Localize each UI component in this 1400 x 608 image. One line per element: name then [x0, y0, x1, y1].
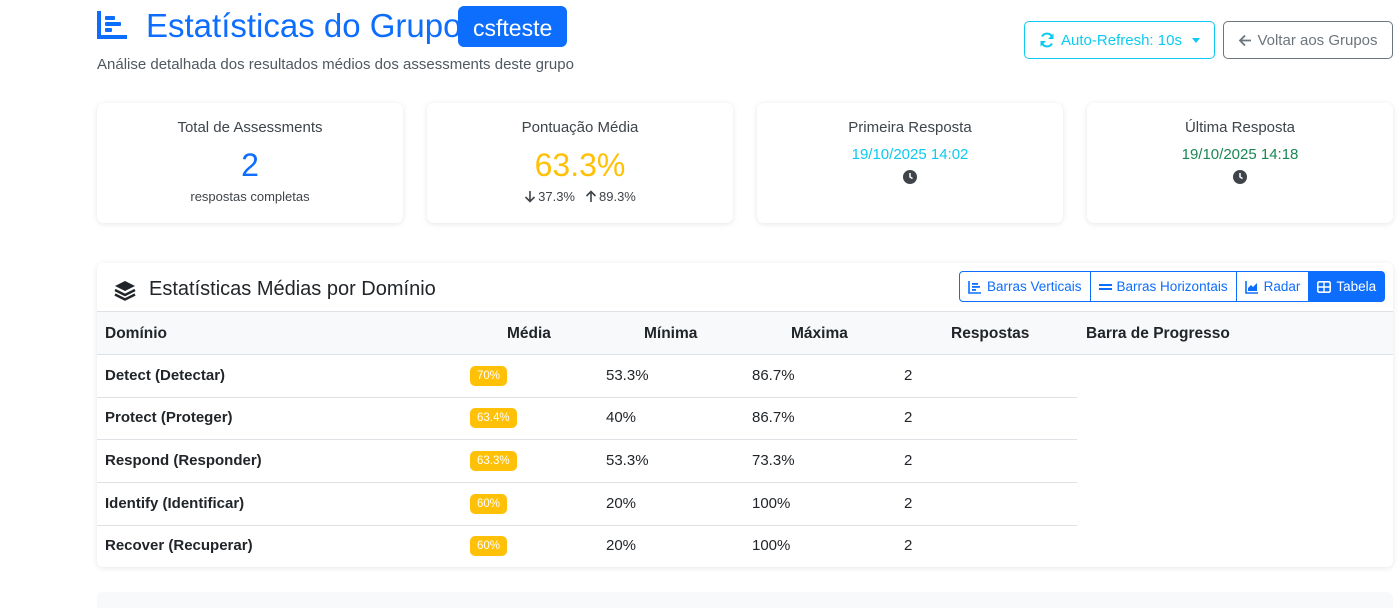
page-subtitle: Análise detalhada dos resultados médios …: [97, 56, 574, 73]
maximum-value: 100%: [752, 495, 791, 512]
table-row: Protect (Proteger) 63.4% 40% 86.7% 2: [97, 397, 1077, 440]
clock-icon: [903, 170, 917, 184]
page-title: Estatísticas do Grupo:: [146, 7, 471, 44]
min-score: 37.3%: [524, 189, 575, 204]
max-score: 89.3%: [585, 189, 636, 204]
chart-bar-icon: [97, 11, 127, 39]
total-assessments-card: Total de Assessments 2 respostas complet…: [97, 103, 403, 223]
average-score-value: 63.3%: [534, 147, 626, 183]
table-row: Detect (Detectar) 70% 53.3% 86.7% 2: [97, 355, 1077, 398]
arrow-down-icon: [525, 191, 536, 203]
card-label: Pontuação Média: [521, 119, 639, 136]
last-response-card: Última Resposta 19/10/2025 14:18: [1087, 103, 1393, 223]
domain-name: Detect (Detectar): [105, 367, 226, 384]
card-label: Total de Assessments: [177, 119, 323, 136]
arrow-up-icon: [585, 190, 597, 202]
maximum-value: 86.7%: [752, 367, 795, 384]
minimum-value: 40%: [606, 409, 637, 426]
auto-refresh-label: Auto-Refresh: 10s: [1061, 31, 1182, 49]
average-badge: 60%: [470, 494, 508, 514]
view-label: Barras Horizontais: [1116, 279, 1228, 294]
caret-down-icon: [1191, 37, 1200, 43]
average-badge: 70%: [470, 366, 508, 386]
group-name-badge: csfteste: [458, 6, 568, 47]
minimum-value: 53.3%: [606, 452, 649, 469]
maximum-value: 100%: [752, 537, 791, 554]
maximum-value: 86.7%: [752, 409, 795, 426]
column-header-maximum: Máxima: [791, 325, 848, 342]
first-response-date: 19/10/2025 14:02: [851, 146, 969, 163]
minimum-value: 53.3%: [606, 367, 649, 384]
card-label: Última Resposta: [1184, 119, 1296, 136]
arrow-left-icon: [1239, 34, 1252, 46]
chart-bar-icon: [968, 280, 981, 294]
back-to-groups-button[interactable]: Voltar aos Grupos: [1223, 21, 1393, 59]
view-vertical-bars-button[interactable]: Barras Verticais: [959, 271, 1091, 302]
back-label: Voltar aos Grupos: [1257, 31, 1378, 49]
minimum-value: 20%: [606, 537, 637, 554]
responses-value: 2: [904, 452, 913, 469]
table-header: Domínio Média Mínima Máxima Respostas Ba…: [97, 311, 1393, 355]
total-assessments-value: 2: [241, 147, 259, 183]
table-row: Recover (Recuperar) 60% 20% 100% 2: [97, 525, 1077, 568]
view-horizontal-bars-button[interactable]: Barras Horizontais: [1089, 271, 1237, 302]
domain-name: Respond (Responder): [105, 452, 262, 469]
section-title: Estatísticas Médias por Domínio: [149, 278, 436, 300]
sync-icon: [1040, 32, 1054, 48]
average-badge: 63.3%: [470, 451, 517, 471]
responses-value: 2: [904, 409, 913, 426]
minimum-value: 20%: [606, 495, 637, 512]
table-row: Respond (Responder) 63.3% 53.3% 73.3% 2: [97, 440, 1077, 483]
maximum-value: 73.3%: [752, 452, 795, 469]
domain-statistics-section: Estatísticas Médias por Domínio Barras V…: [97, 263, 1393, 567]
domain-name: Identify (Identificar): [105, 495, 245, 512]
responses-value: 2: [904, 537, 913, 554]
domain-name: Recover (Recuperar): [105, 537, 253, 554]
view-label: Tabela: [1336, 279, 1377, 294]
average-badge: 63.4%: [470, 408, 517, 428]
min-score-value: 37.3%: [538, 189, 575, 204]
average-score-card: Pontuação Média 63.3% 37.3% 89.3%: [427, 103, 733, 223]
column-header-domain: Domínio: [105, 325, 167, 342]
auto-refresh-dropdown[interactable]: Auto-Refresh: 10s: [1024, 21, 1215, 59]
first-response-card: Primeira Resposta 19/10/2025 14:02: [757, 103, 1063, 223]
average-badge: 60%: [470, 536, 508, 556]
view-table-button[interactable]: Tabela: [1308, 271, 1386, 302]
score-range: 37.3% 89.3%: [427, 189, 733, 204]
view-label: Radar: [1263, 279, 1301, 294]
card-caption: respostas completas: [190, 189, 310, 204]
column-header-minimum: Mínima: [644, 325, 698, 342]
view-toggle-group: Barras Verticais Barras Horizontais Rada…: [959, 271, 1386, 304]
view-label: Barras Verticais: [987, 279, 1082, 294]
table-row: Identify (Identificar) 60% 20% 100% 2: [97, 483, 1077, 526]
column-header-responses: Respostas: [951, 325, 1030, 342]
next-section-edge: [97, 592, 1393, 608]
clock-icon: [1233, 170, 1247, 184]
column-header-progress: Barra de Progresso: [1086, 325, 1230, 342]
max-score-value: 89.3%: [599, 189, 636, 204]
last-response-date: 19/10/2025 14:18: [1181, 146, 1299, 163]
view-radar-button[interactable]: Radar: [1235, 271, 1310, 302]
responses-value: 2: [904, 367, 913, 384]
responses-value: 2: [904, 495, 913, 512]
table-icon: [1317, 280, 1332, 293]
chart-area-icon: [1244, 280, 1258, 294]
layers-icon: [114, 281, 136, 301]
column-header-average: Média: [507, 325, 551, 342]
card-label: Primeira Resposta: [848, 119, 972, 136]
equals-icon: [1098, 283, 1112, 290]
domain-name: Protect (Proteger): [105, 409, 233, 426]
